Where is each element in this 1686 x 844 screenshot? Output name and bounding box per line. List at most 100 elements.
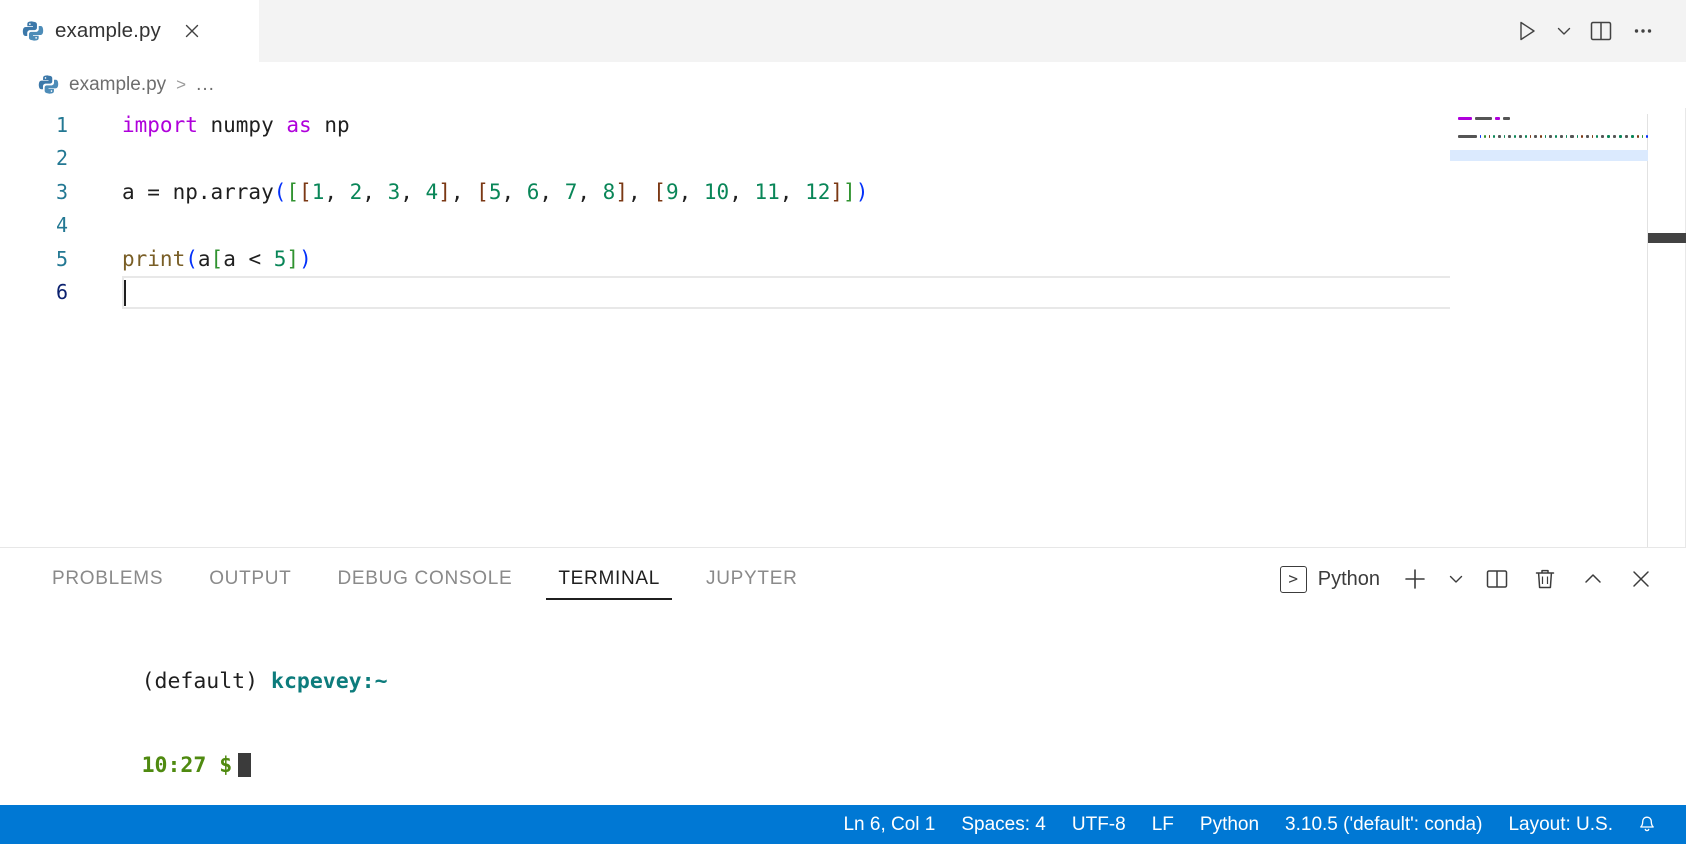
code-token: , bbox=[451, 180, 476, 204]
code-editor[interactable]: 1import numpy as np23a = np.array([[1, 2… bbox=[0, 108, 1686, 547]
new-terminal-button[interactable] bbox=[1392, 556, 1438, 602]
terminal-cursor bbox=[238, 753, 251, 777]
minimap-token bbox=[1613, 135, 1616, 138]
breadcrumb-symbols[interactable]: ... bbox=[196, 74, 215, 96]
status-keyboard-layout[interactable]: Layout: U.S. bbox=[1495, 805, 1626, 844]
code-token: ] bbox=[830, 180, 843, 204]
code-token: import bbox=[122, 113, 198, 137]
minimap-token bbox=[1534, 135, 1537, 138]
code-token: ] bbox=[438, 180, 451, 204]
code-token: ( bbox=[274, 180, 287, 204]
terminal-selector-label: Python bbox=[1318, 568, 1380, 591]
code-token: ) bbox=[856, 180, 869, 204]
code-token: [ bbox=[476, 180, 489, 204]
panel-tab-output[interactable]: OUTPUT bbox=[195, 548, 305, 610]
code-token: [ bbox=[211, 247, 224, 271]
editor-overview-ruler[interactable] bbox=[1648, 108, 1686, 547]
panel-tab-debug-console[interactable]: DEBUG CONSOLE bbox=[324, 548, 527, 610]
split-editor-icon[interactable] bbox=[1580, 10, 1622, 52]
minimap-token bbox=[1503, 117, 1510, 120]
breadcrumb-file[interactable]: example.py bbox=[69, 74, 166, 96]
code-line[interactable]: 4 bbox=[0, 209, 1686, 243]
code-token: ) bbox=[299, 247, 312, 271]
code-token: ( bbox=[185, 247, 198, 271]
run-python-file-button[interactable] bbox=[1506, 10, 1548, 52]
bottom-panel: PROBLEMS OUTPUT DEBUG CONSOLE TERMINAL JUPYT… bbox=[0, 547, 1686, 805]
close-icon[interactable] bbox=[178, 19, 206, 43]
minimap-current-line-highlight bbox=[1450, 150, 1648, 161]
minimap-token bbox=[1642, 135, 1644, 138]
panel-tab-jupyter[interactable]: JUPYTER bbox=[692, 548, 811, 610]
line-number: 1 bbox=[0, 113, 84, 137]
terminal-env-name: (default) bbox=[142, 669, 259, 694]
code-line[interactable]: 1import numpy as np bbox=[0, 108, 1686, 142]
editor-tab-label: example.py bbox=[55, 19, 161, 43]
code-line-text: import numpy as np bbox=[84, 113, 350, 137]
tab-bar-empty-space bbox=[260, 0, 1506, 62]
kill-terminal-button[interactable] bbox=[1522, 556, 1568, 602]
code-token: , bbox=[628, 180, 653, 204]
panel-actions: > Python bbox=[1280, 548, 1686, 610]
terminal-icon: > bbox=[1280, 566, 1307, 593]
minimap-token bbox=[1508, 135, 1511, 138]
code-token: 8 bbox=[603, 180, 616, 204]
code-token: [ bbox=[286, 180, 299, 204]
code-line[interactable]: 5print(a[a < 5]) bbox=[0, 242, 1686, 276]
close-panel-button[interactable] bbox=[1618, 556, 1664, 602]
minimap-token bbox=[1596, 135, 1598, 138]
terminal-selector[interactable]: > Python bbox=[1280, 566, 1390, 593]
code-token: 12 bbox=[805, 180, 830, 204]
terminal-profile-dropdown[interactable] bbox=[1440, 556, 1472, 602]
split-terminal-button[interactable] bbox=[1474, 556, 1520, 602]
python-file-icon bbox=[22, 20, 44, 42]
code-token: , bbox=[362, 180, 387, 204]
minimap-token bbox=[1637, 135, 1639, 138]
minimap[interactable] bbox=[1450, 108, 1648, 547]
status-bar: Ln 6, Col 1Spaces: 4UTF-8LFPython3.10.5 … bbox=[0, 805, 1686, 844]
editor-tab-example-py[interactable]: example.py bbox=[0, 0, 260, 62]
line-number: 2 bbox=[0, 146, 84, 170]
minimap-line bbox=[1450, 132, 1648, 141]
line-number: 6 bbox=[0, 280, 84, 304]
code-line[interactable]: 3a = np.array([[1, 2, 3, 4], [5, 6, 7, 8… bbox=[0, 175, 1686, 209]
code-line[interactable]: 2 bbox=[0, 142, 1686, 176]
text-cursor bbox=[124, 280, 126, 306]
editor-actions bbox=[1506, 0, 1686, 62]
run-options-dropdown[interactable] bbox=[1548, 10, 1580, 52]
code-token: 1 bbox=[312, 180, 325, 204]
line-number: 4 bbox=[0, 213, 84, 237]
code-token: 11 bbox=[754, 180, 779, 204]
code-token: , bbox=[501, 180, 526, 204]
overview-scrollbar-thumb[interactable] bbox=[1648, 233, 1686, 243]
code-token: , bbox=[324, 180, 349, 204]
minimap-token bbox=[1631, 135, 1634, 138]
more-actions-button[interactable] bbox=[1622, 10, 1664, 52]
code-line[interactable]: 6 bbox=[0, 276, 1686, 310]
status-eol[interactable]: LF bbox=[1139, 805, 1187, 844]
breadcrumb: example.py > ... bbox=[0, 62, 1686, 108]
minimap-line bbox=[1450, 141, 1648, 150]
code-token: 2 bbox=[350, 180, 363, 204]
status-python-interpreter[interactable]: 3.10.5 ('default': conda) bbox=[1272, 805, 1495, 844]
status-indentation[interactable]: Spaces: 4 bbox=[948, 805, 1059, 844]
bell-icon[interactable] bbox=[1626, 814, 1670, 836]
code-token: as bbox=[286, 113, 311, 137]
status-language-mode[interactable]: Python bbox=[1187, 805, 1272, 844]
minimap-token bbox=[1498, 135, 1501, 138]
status-encoding[interactable]: UTF-8 bbox=[1059, 805, 1139, 844]
code-token: np bbox=[312, 113, 350, 137]
minimap-line bbox=[1450, 123, 1648, 132]
maximize-panel-button[interactable] bbox=[1570, 556, 1616, 602]
code-lines-container[interactable]: 1import numpy as np23a = np.array([[1, 2… bbox=[0, 108, 1686, 547]
minimap-token bbox=[1570, 135, 1573, 138]
minimap-token bbox=[1581, 135, 1583, 138]
panel-tab-terminal[interactable]: TERMINAL bbox=[544, 548, 674, 610]
minimap-token bbox=[1480, 135, 1482, 138]
panel-tab-bar: PROBLEMS OUTPUT DEBUG CONSOLE TERMINAL JUPYT… bbox=[0, 548, 1686, 610]
panel-tab-problems[interactable]: PROBLEMS bbox=[38, 548, 177, 610]
terminal-output[interactable]: (default) kcpevey:~ 10:27 $ bbox=[0, 610, 1686, 805]
code-token: 5 bbox=[274, 247, 287, 271]
status-cursor-position[interactable]: Ln 6, Col 1 bbox=[830, 805, 948, 844]
minimap-token bbox=[1484, 135, 1486, 138]
minimap-token bbox=[1592, 135, 1594, 138]
